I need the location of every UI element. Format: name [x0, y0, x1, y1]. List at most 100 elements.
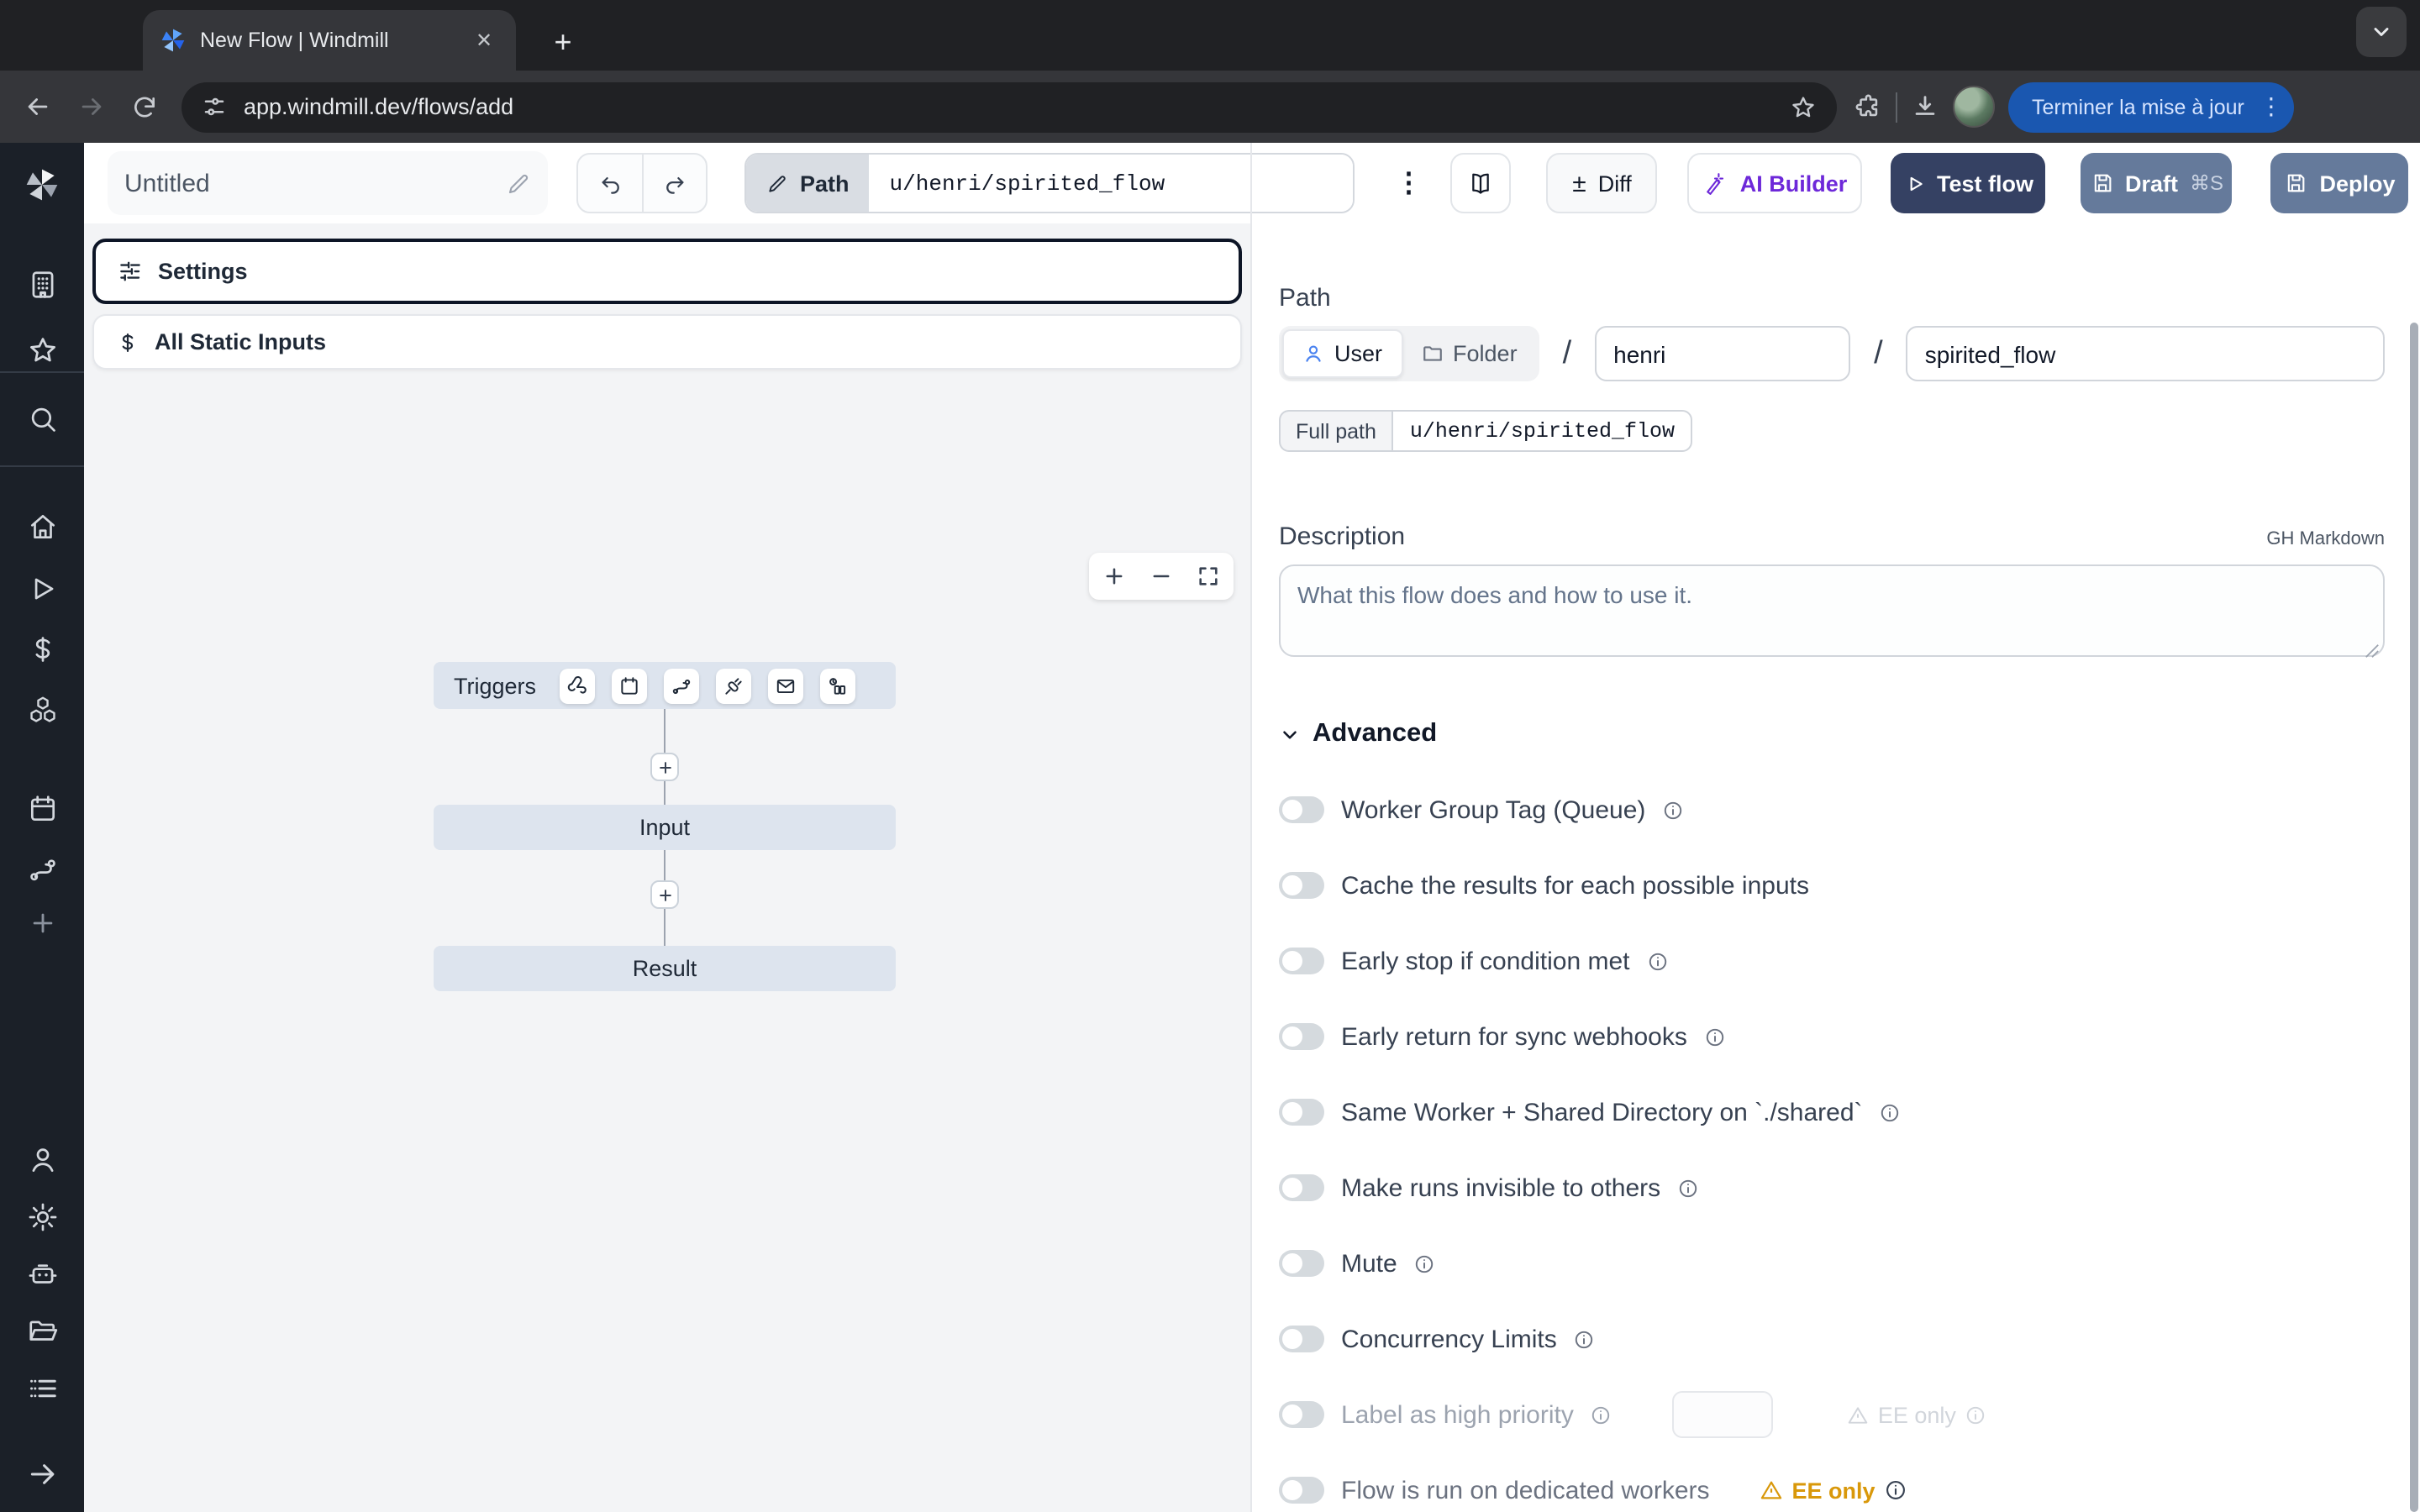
path-name-input[interactable] [1907, 326, 2385, 381]
deploy-button[interactable]: Deploy [2271, 153, 2409, 213]
info-icon[interactable] [1880, 1101, 1902, 1123]
settings-panel-button[interactable]: Settings [92, 239, 1242, 304]
info-icon[interactable] [1965, 1404, 1986, 1425]
flow-settings-panel: Path User Folder / / [1252, 223, 2420, 1512]
static-inputs-panel-button[interactable]: All Static Inputs [92, 314, 1242, 370]
edit-pencil-icon[interactable] [506, 171, 531, 196]
sidebar-item-variables[interactable] [0, 633, 84, 665]
schedule-trigger-icon[interactable] [612, 668, 647, 703]
add-step-button[interactable] [650, 753, 679, 781]
sidebar-item-users[interactable] [0, 1144, 84, 1176]
settings-panel-label: Settings [158, 259, 248, 284]
reload-icon[interactable] [118, 80, 171, 134]
sidebar-item-workers[interactable] [0, 1258, 84, 1290]
new-tab-button[interactable]: + [541, 20, 585, 64]
input-node[interactable]: Input [434, 805, 896, 850]
priority-value-input[interactable] [1673, 1391, 1774, 1438]
polling-watch-trigger-icon[interactable] [820, 668, 855, 703]
site-info-icon[interactable] [202, 94, 227, 119]
warning-icon [1760, 1478, 1784, 1502]
early-return-toggle[interactable] [1279, 1023, 1324, 1050]
profile-avatar[interactable] [1953, 86, 1995, 128]
worker-group-tag-toggle[interactable] [1279, 796, 1324, 823]
fit-view-icon[interactable] [1197, 564, 1220, 588]
full-path-label: Full path [1279, 410, 1392, 452]
cache-results-toggle[interactable] [1279, 872, 1324, 899]
http-route-trigger-icon[interactable] [664, 668, 699, 703]
early-stop-toggle[interactable] [1279, 948, 1324, 974]
sidebar-item-runs[interactable] [0, 573, 84, 605]
description-textarea[interactable] [1279, 564, 2385, 657]
sidebar-expand-icon[interactable] [0, 1458, 84, 1490]
websocket-trigger-icon[interactable] [716, 668, 751, 703]
flow-name-input[interactable]: Untitled [108, 151, 548, 215]
flow-canvas[interactable]: Settings All Static Inputs Triggers [84, 223, 1250, 1512]
zoom-in-icon[interactable] [1102, 564, 1126, 588]
chevron-down-icon [1279, 723, 1301, 745]
browser-tab[interactable]: New Flow | Windmill ✕ [143, 10, 516, 71]
info-icon[interactable] [1647, 950, 1669, 972]
email-trigger-icon[interactable] [768, 668, 803, 703]
forward-icon[interactable] [64, 80, 118, 134]
path-pill[interactable]: Path u/henri/spirited_flow [744, 153, 1355, 213]
undo-button[interactable] [578, 155, 642, 212]
address-bar[interactable]: app.windmill.dev/flows/add [182, 81, 1837, 132]
info-icon[interactable] [1884, 1478, 1907, 1502]
info-icon[interactable] [1414, 1252, 1436, 1274]
sidebar-item-settings[interactable] [0, 1201, 84, 1233]
flow-edge [664, 909, 666, 946]
diff-button[interactable]: ± Diff [1547, 153, 1658, 213]
toggle-row-worker-group-tag: Worker Group Tag (Queue) [1279, 795, 2385, 825]
result-node[interactable]: Result [434, 946, 896, 991]
windmill-logo-icon[interactable] [0, 166, 84, 203]
owner-kind-user-option[interactable]: User [1282, 329, 1402, 378]
more-options-icon[interactable]: ⋮ [1396, 166, 1423, 200]
sidebar-item-flows[interactable] [0, 853, 84, 885]
tutorial-book-button[interactable] [1451, 153, 1512, 213]
dedicated-workers-toggle[interactable] [1279, 1477, 1324, 1504]
sidebar-item-home[interactable] [0, 511, 84, 543]
tab-close-icon[interactable]: ✕ [469, 25, 499, 55]
invisible-runs-toggle[interactable] [1279, 1174, 1324, 1201]
sidebar-item-workspace[interactable] [0, 269, 84, 301]
folder-icon [1421, 343, 1443, 365]
info-icon[interactable] [1591, 1404, 1612, 1425]
info-icon[interactable] [1662, 799, 1684, 821]
bookmark-star-icon[interactable] [1790, 93, 1817, 120]
sidebar-item-resources[interactable] [0, 694, 84, 726]
sidebar-item-audit-logs[interactable] [0, 1373, 84, 1404]
warning-icon [1848, 1404, 1870, 1425]
owner-kind-folder-option[interactable]: Folder [1402, 329, 1536, 378]
concurrency-limits-toggle[interactable] [1279, 1326, 1324, 1352]
sidebar-item-schedules[interactable] [0, 793, 84, 825]
path-pill-value[interactable]: u/henri/spirited_flow [870, 155, 1354, 212]
add-step-button[interactable] [650, 880, 679, 909]
scrollbar-thumb[interactable] [2410, 323, 2418, 1512]
advanced-section-toggle[interactable]: Advanced [1279, 719, 2385, 749]
path-owner-input[interactable] [1595, 326, 1850, 381]
triggers-node[interactable]: Triggers [434, 662, 896, 709]
same-worker-toggle[interactable] [1279, 1099, 1324, 1126]
back-icon[interactable] [10, 80, 64, 134]
info-icon[interactable] [1677, 1177, 1699, 1199]
browser-menu-icon[interactable]: ⋮ [2254, 92, 2288, 121]
sidebar-item-add[interactable] [0, 909, 84, 937]
extensions-icon[interactable] [1854, 92, 1882, 121]
sidebar-item-folders[interactable] [0, 1315, 84, 1347]
redo-button[interactable] [642, 155, 706, 212]
webhook-trigger-icon[interactable] [560, 668, 595, 703]
update-browser-button[interactable]: Terminer la mise à jour ⋮ [2008, 81, 2295, 132]
flow-name-value: Untitled [124, 169, 506, 197]
info-icon[interactable] [1704, 1026, 1726, 1047]
high-priority-toggle[interactable] [1279, 1401, 1324, 1428]
download-icon[interactable] [1911, 92, 1939, 121]
mute-toggle[interactable] [1279, 1250, 1324, 1277]
draft-button[interactable]: Draft ⌘S [2081, 153, 2233, 213]
tab-search-chevron-icon[interactable] [2356, 7, 2407, 57]
sidebar-item-favorites[interactable] [0, 334, 84, 366]
zoom-out-icon[interactable] [1150, 564, 1173, 588]
ai-builder-button[interactable]: AI Builder [1688, 153, 1863, 213]
info-icon[interactable] [1574, 1328, 1596, 1350]
sidebar-item-search[interactable] [0, 403, 84, 435]
test-flow-button[interactable]: Test flow [1891, 153, 2046, 213]
